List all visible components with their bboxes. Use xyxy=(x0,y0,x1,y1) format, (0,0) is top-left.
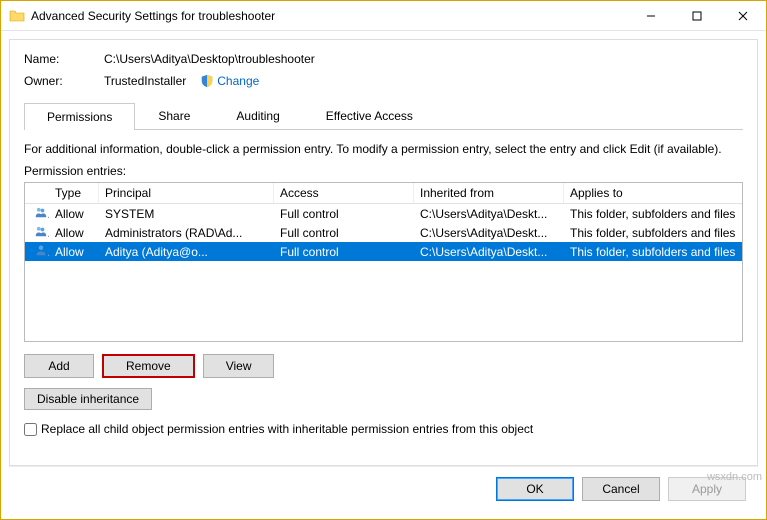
titlebar-buttons xyxy=(628,1,766,30)
view-button[interactable]: View xyxy=(203,354,275,378)
col-inherited[interactable]: Inherited from xyxy=(414,183,564,203)
tab-permissions[interactable]: Permissions xyxy=(24,103,135,130)
cell-principal: Administrators (RAD\Ad... xyxy=(99,226,274,240)
shield-icon xyxy=(200,74,214,88)
titlebar: Advanced Security Settings for troublesh… xyxy=(1,1,766,31)
col-applies[interactable]: Applies to xyxy=(564,183,742,203)
cell-type: Allow xyxy=(49,207,99,221)
maximize-button[interactable] xyxy=(674,1,720,30)
name-row: Name: C:\Users\Aditya\Desktop\troublesho… xyxy=(24,52,743,66)
user-icon xyxy=(25,244,49,259)
window: Advanced Security Settings for troublesh… xyxy=(0,0,767,520)
minimize-button[interactable] xyxy=(628,1,674,30)
owner-row: Owner: TrustedInstaller Change xyxy=(24,74,743,88)
content-outer: Name: C:\Users\Aditya\Desktop\troublesho… xyxy=(1,31,766,519)
tabs: Permissions Share Auditing Effective Acc… xyxy=(24,102,743,130)
table-row[interactable]: AllowAditya (Aditya@o...Full controlC:\U… xyxy=(25,242,742,261)
window-title: Advanced Security Settings for troublesh… xyxy=(31,9,628,23)
cell-type: Allow xyxy=(49,226,99,240)
info-text: For additional information, double-click… xyxy=(24,142,743,156)
tab-share[interactable]: Share xyxy=(135,102,213,129)
watermark: wsxdn.com xyxy=(707,471,762,483)
cell-applies: This folder, subfolders and files xyxy=(564,245,742,259)
close-button[interactable] xyxy=(720,1,766,30)
disable-inheritance-button[interactable]: Disable inheritance xyxy=(24,388,152,410)
table-row[interactable]: AllowSYSTEMFull controlC:\Users\Aditya\D… xyxy=(25,204,742,223)
folder-icon xyxy=(9,8,25,24)
cell-applies: This folder, subfolders and files xyxy=(564,226,742,240)
cell-access: Full control xyxy=(274,207,414,221)
cell-principal: Aditya (Aditya@o... xyxy=(99,245,274,259)
col-type[interactable]: Type xyxy=(49,183,99,203)
cell-inherited: C:\Users\Aditya\Deskt... xyxy=(414,245,564,259)
ok-button[interactable]: OK xyxy=(496,477,574,501)
cell-type: Allow xyxy=(49,245,99,259)
cancel-button[interactable]: Cancel xyxy=(582,477,660,501)
tab-effective-access[interactable]: Effective Access xyxy=(303,102,436,129)
add-button[interactable]: Add xyxy=(24,354,94,378)
name-label: Name: xyxy=(24,52,104,66)
cell-access: Full control xyxy=(274,245,414,259)
change-owner-link[interactable]: Change xyxy=(200,74,259,88)
cell-applies: This folder, subfolders and files xyxy=(564,207,742,221)
permission-buttons: Add Remove View xyxy=(24,354,743,378)
remove-button[interactable]: Remove xyxy=(102,354,195,378)
users-icon xyxy=(25,225,49,240)
tab-auditing[interactable]: Auditing xyxy=(213,102,302,129)
replace-checkbox-label: Replace all child object permission entr… xyxy=(41,422,533,436)
owner-label: Owner: xyxy=(24,74,104,88)
cell-inherited: C:\Users\Aditya\Deskt... xyxy=(414,207,564,221)
name-value: C:\Users\Aditya\Desktop\troubleshooter xyxy=(104,52,315,66)
footer: OK Cancel Apply xyxy=(9,466,758,511)
permission-entries-label: Permission entries: xyxy=(24,164,743,178)
col-access[interactable]: Access xyxy=(274,183,414,203)
cell-access: Full control xyxy=(274,226,414,240)
users-icon xyxy=(25,206,49,221)
replace-checkbox[interactable] xyxy=(24,423,37,436)
inheritance-buttons: Disable inheritance xyxy=(24,388,743,410)
owner-value: TrustedInstaller xyxy=(104,74,186,88)
table-header: Type Principal Access Inherited from App… xyxy=(25,183,742,204)
permission-table: Type Principal Access Inherited from App… xyxy=(24,182,743,342)
table-row[interactable]: AllowAdministrators (RAD\Ad...Full contr… xyxy=(25,223,742,242)
cell-principal: SYSTEM xyxy=(99,207,274,221)
table-body: AllowSYSTEMFull controlC:\Users\Aditya\D… xyxy=(25,204,742,261)
col-icon xyxy=(25,183,49,203)
col-principal[interactable]: Principal xyxy=(99,183,274,203)
content-inner: Name: C:\Users\Aditya\Desktop\troublesho… xyxy=(9,39,758,466)
cell-inherited: C:\Users\Aditya\Deskt... xyxy=(414,226,564,240)
replace-checkbox-row[interactable]: Replace all child object permission entr… xyxy=(24,422,743,436)
change-link-text: Change xyxy=(217,74,259,88)
